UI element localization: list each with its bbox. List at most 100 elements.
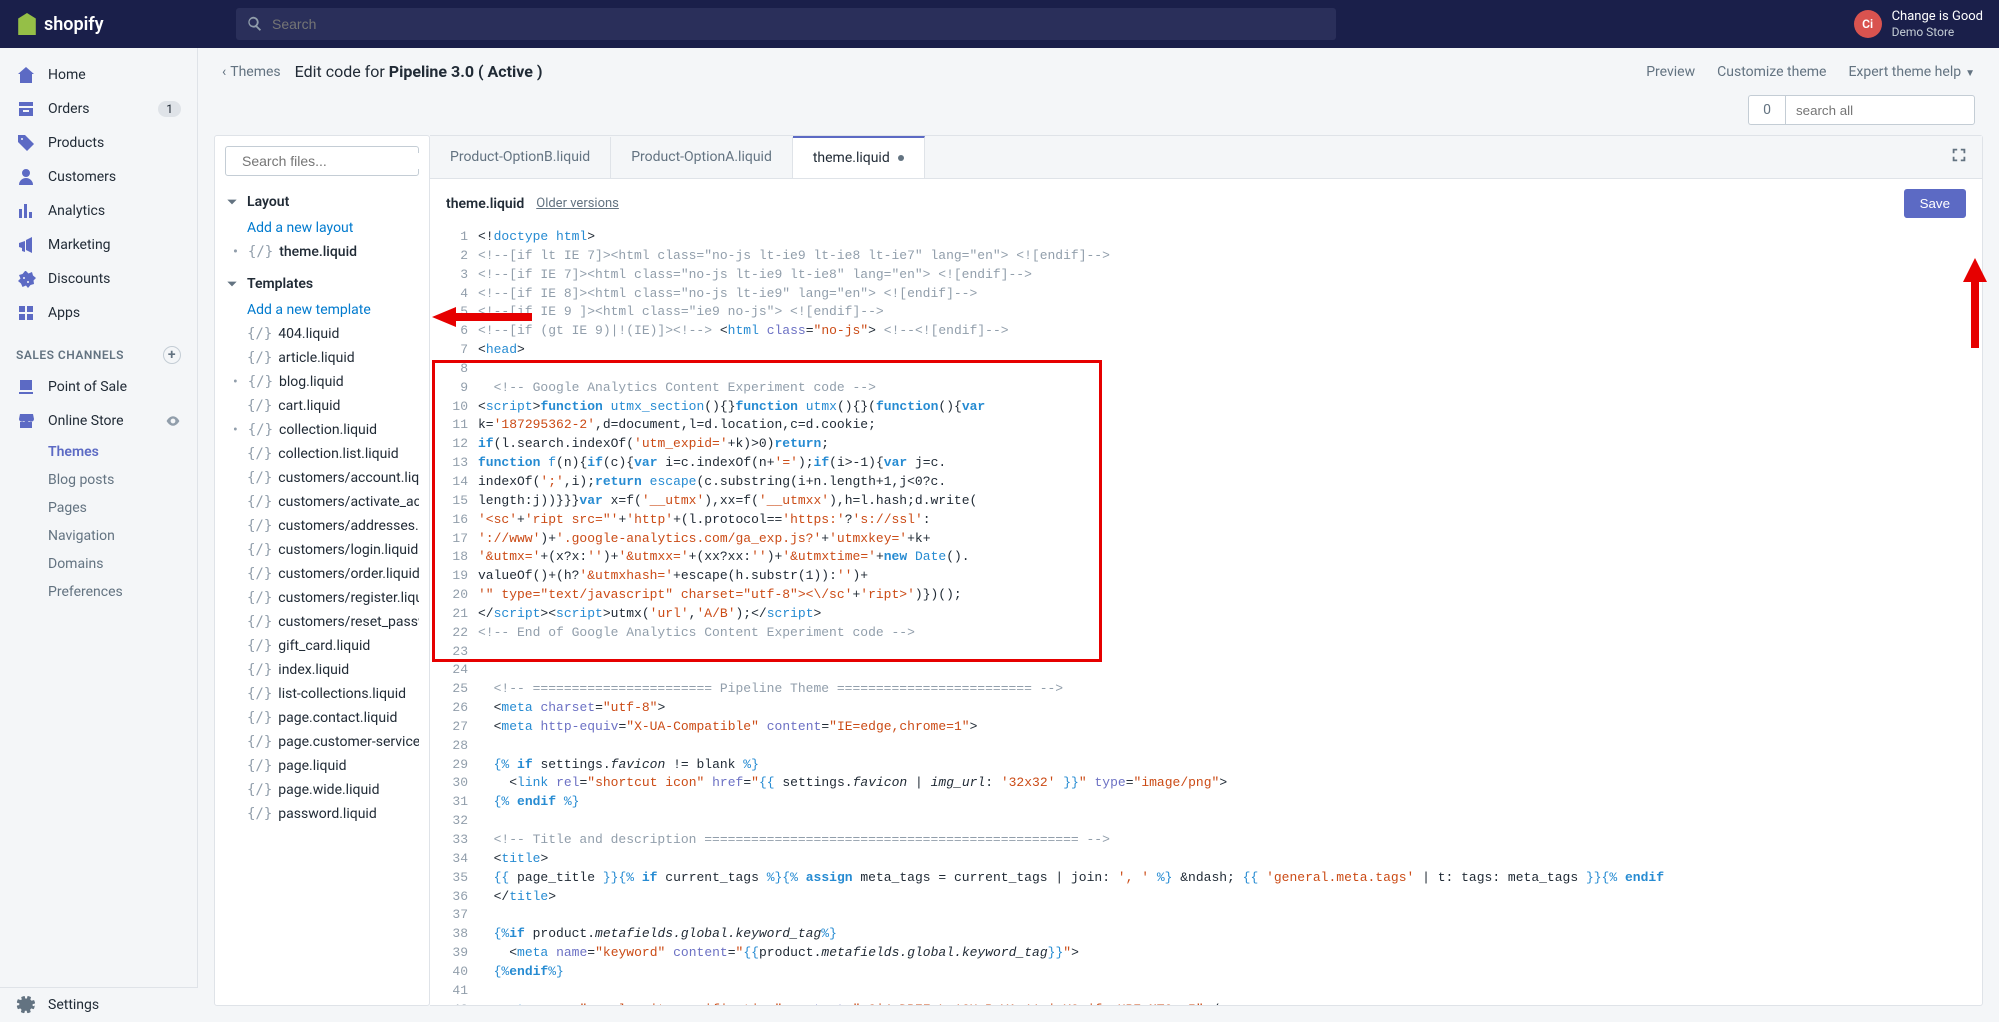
code-line-28[interactable]: 28: [430, 737, 1982, 756]
file-section-layout[interactable]: Layout: [225, 188, 419, 216]
back-to-themes[interactable]: ‹ Themes: [222, 64, 281, 80]
code-line-26[interactable]: 26 <meta charset="utf-8">: [430, 699, 1982, 718]
code-line-22[interactable]: 22<!-- End of Google Analytics Content E…: [430, 624, 1982, 643]
file-article-liquid[interactable]: {/} article.liquid: [225, 346, 419, 370]
code-line-36[interactable]: 36 </title>: [430, 888, 1982, 907]
file-search[interactable]: [225, 146, 419, 176]
code-line-6[interactable]: 6<!--[if (gt IE 9)|!(IE)]><!--> <html cl…: [430, 322, 1982, 341]
file-collection-liquid[interactable]: {/} collection.liquid: [225, 418, 419, 442]
nav-marketing[interactable]: Marketing: [0, 228, 197, 262]
file-blog-liquid[interactable]: {/} blog.liquid: [225, 370, 419, 394]
code-line-1[interactable]: 1<!doctype html>: [430, 228, 1982, 247]
settings-link[interactable]: Settings: [0, 987, 198, 1022]
code-line-34[interactable]: 34 <title>: [430, 850, 1982, 869]
expand-button[interactable]: [1936, 136, 1982, 178]
code-line-3[interactable]: 3<!--[if IE 7]><html class="no-js lt-ie9…: [430, 266, 1982, 285]
file-collection-list-liquid[interactable]: {/} collection.list.liquid: [225, 442, 419, 466]
preview-link[interactable]: Preview: [1646, 64, 1695, 80]
code-line-15[interactable]: 15length:j))}}}var x=f('__utmx'),xx=f('_…: [430, 492, 1982, 511]
file-customers-account-liquid[interactable]: {/} customers/account.liquid: [225, 466, 419, 490]
code-line-30[interactable]: 30 <link rel="shortcut icon" href="{{ se…: [430, 774, 1982, 793]
code-line-13[interactable]: 13function f(n){if(c){var i=c.indexOf(n+…: [430, 454, 1982, 473]
code-line-33[interactable]: 33 <!-- Title and description ==========…: [430, 831, 1982, 850]
code-line-20[interactable]: 20'" type="text/javascript" charset="utf…: [430, 586, 1982, 605]
code-line-10[interactable]: 10<script>function utmx_section(){}funct…: [430, 398, 1982, 417]
global-search[interactable]: [236, 8, 1336, 40]
subnav-pages[interactable]: Pages: [0, 494, 197, 522]
nav-products[interactable]: Products: [0, 126, 197, 160]
code-line-27[interactable]: 27 <meta http-equiv="X-UA-Compatible" co…: [430, 718, 1982, 737]
code-line-4[interactable]: 4<!--[if IE 8]><html class="no-js lt-ie9…: [430, 285, 1982, 304]
channel-online-store[interactable]: Online Store: [0, 404, 197, 438]
code-line-2[interactable]: 2<!--[if lt IE 7]><html class="no-js lt-…: [430, 247, 1982, 266]
nav-analytics[interactable]: Analytics: [0, 194, 197, 228]
tab-Product-OptionA-liquid[interactable]: Product-OptionA.liquid: [611, 137, 793, 178]
add-channel-icon[interactable]: +: [163, 346, 181, 364]
file-cart-liquid[interactable]: {/} cart.liquid: [225, 394, 419, 418]
customize-theme-link[interactable]: Customize theme: [1717, 64, 1826, 80]
search-all-input[interactable]: [1785, 95, 1975, 125]
expert-help-link[interactable]: Expert theme help▼: [1848, 64, 1975, 80]
code-line-31[interactable]: 31 {% endif %}: [430, 793, 1982, 812]
file-index-liquid[interactable]: {/} index.liquid: [225, 658, 419, 682]
tab-theme-liquid[interactable]: theme.liquid: [793, 136, 925, 178]
nav-customers[interactable]: Customers: [0, 160, 197, 194]
nav-discounts[interactable]: Discounts: [0, 262, 197, 296]
code-line-37[interactable]: 37: [430, 906, 1982, 925]
channel-point-of-sale[interactable]: Point of Sale: [0, 370, 197, 404]
code-line-41[interactable]: 41: [430, 982, 1982, 1001]
file-gift_card-liquid[interactable]: {/} gift_card.liquid: [225, 634, 419, 658]
code-line-29[interactable]: 29 {% if settings.favicon != blank %}: [430, 756, 1982, 775]
code-line-14[interactable]: 14indexOf(';',i);return escape(c.substri…: [430, 473, 1982, 492]
nav-apps[interactable]: Apps: [0, 296, 197, 330]
file-customers-login-liquid[interactable]: {/} customers/login.liquid: [225, 538, 419, 562]
file-customers-activate_account-liquid[interactable]: {/} customers/activate_account.liquid: [225, 490, 419, 514]
code-line-11[interactable]: 11k='187295362-2',d=document,l=d.locatio…: [430, 416, 1982, 435]
file-customers-reset_password-liquid[interactable]: {/} customers/reset_password.liquid: [225, 610, 419, 634]
file-customers-addresses-liquid[interactable]: {/} customers/addresses.liquid: [225, 514, 419, 538]
subnav-domains[interactable]: Domains: [0, 550, 197, 578]
file-search-input[interactable]: [242, 153, 423, 169]
file-404-liquid[interactable]: {/} 404.liquid: [225, 322, 419, 346]
subnav-themes[interactable]: Themes: [0, 438, 197, 466]
file-customers-order-liquid[interactable]: {/} customers/order.liquid: [225, 562, 419, 586]
user-menu[interactable]: Ci Change is Good Demo Store: [1854, 9, 1983, 39]
code-line-9[interactable]: 9 <!-- Google Analytics Content Experime…: [430, 379, 1982, 398]
code-line-40[interactable]: 40 {%endif%}: [430, 963, 1982, 982]
code-line-7[interactable]: 7<head>: [430, 341, 1982, 360]
file-customers-register-liquid[interactable]: {/} customers/register.liquid: [225, 586, 419, 610]
code-line-12[interactable]: 12if(l.search.indexOf('utm_expid='+k)>0)…: [430, 435, 1982, 454]
code-line-39[interactable]: 39 <meta name="keyword" content="{{produ…: [430, 944, 1982, 963]
older-versions-link[interactable]: Older versions: [536, 196, 619, 211]
code-line-25[interactable]: 25 <!-- ======================= Pipeline…: [430, 680, 1982, 699]
nav-home[interactable]: Home: [0, 58, 197, 92]
subnav-navigation[interactable]: Navigation: [0, 522, 197, 550]
nav-orders[interactable]: Orders1: [0, 92, 197, 126]
file-password-liquid[interactable]: {/} password.liquid: [225, 802, 419, 826]
code-line-16[interactable]: 16'<sc'+'ript src="'+'http'+(l.protocol=…: [430, 511, 1982, 530]
file-page-customer-service-liquid[interactable]: {/} page.customer-service.liquid: [225, 730, 419, 754]
save-button[interactable]: Save: [1904, 189, 1966, 218]
code-line-38[interactable]: 38 {%if product.metafields.global.keywor…: [430, 925, 1982, 944]
code-line-42[interactable]: 42 <meta name="google-site-verification"…: [430, 1001, 1982, 1005]
eye-icon[interactable]: [165, 413, 181, 429]
global-search-input[interactable]: [272, 16, 1326, 32]
code-line-19[interactable]: 19valueOf()+(h?'&utmxhash='+escape(h.sub…: [430, 567, 1982, 586]
code-line-21[interactable]: 21</script><script>utmx('url','A/B');</s…: [430, 605, 1982, 624]
subnav-preferences[interactable]: Preferences: [0, 578, 197, 606]
code-line-35[interactable]: 35 {{ page_title }}{% if current_tags %}…: [430, 869, 1982, 888]
code-line-17[interactable]: 17'://www')+'.google-analytics.com/ga_ex…: [430, 530, 1982, 549]
file-list-collections-liquid[interactable]: {/} list-collections.liquid: [225, 682, 419, 706]
file-page-contact-liquid[interactable]: {/} page.contact.liquid: [225, 706, 419, 730]
code-line-24[interactable]: 24: [430, 661, 1982, 680]
add-templates[interactable]: Add a new template: [225, 298, 419, 322]
tab-Product-OptionB-liquid[interactable]: Product-OptionB.liquid: [430, 137, 611, 178]
add-layout[interactable]: Add a new layout: [225, 216, 419, 240]
file-page-liquid[interactable]: {/} page.liquid: [225, 754, 419, 778]
code-line-5[interactable]: 5<!--[if IE 9 ]><html class="ie9 no-js">…: [430, 303, 1982, 322]
code-line-32[interactable]: 32: [430, 812, 1982, 831]
file-theme-liquid[interactable]: {/} theme.liquid: [225, 240, 419, 264]
file-section-templates[interactable]: Templates: [225, 270, 419, 298]
file-page-wide-liquid[interactable]: {/} page.wide.liquid: [225, 778, 419, 802]
code-editor[interactable]: 1<!doctype html>2<!--[if lt IE 7]><html …: [430, 228, 1982, 1005]
